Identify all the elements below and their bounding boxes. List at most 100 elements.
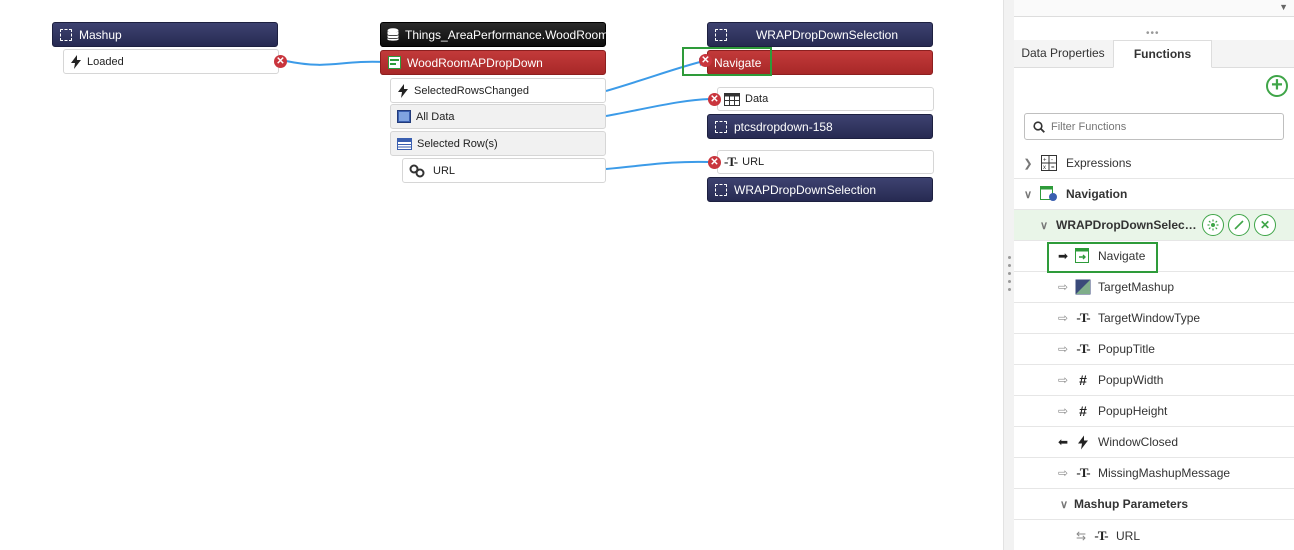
tree-item-url-parameter[interactable]: ⇆ -T- URL xyxy=(1014,520,1294,550)
widget-frame-icon xyxy=(59,28,73,42)
data-input-label: Data xyxy=(745,93,769,105)
edit-icon[interactable] xyxy=(1228,214,1250,236)
all-data-output[interactable]: All Data xyxy=(390,104,606,129)
data-input[interactable]: Data xyxy=(717,87,934,111)
dropdown-widget-node-title: ptcsdropdown-158 xyxy=(734,119,833,134)
link-url-to-url xyxy=(605,160,711,170)
configure-icon[interactable] xyxy=(1202,214,1224,236)
mashup-icon xyxy=(1074,278,1092,296)
number-icon: # xyxy=(1079,403,1087,419)
string-icon: -T- xyxy=(1076,310,1090,325)
all-data-label: All Data xyxy=(416,110,455,123)
infotable-icon xyxy=(397,110,411,123)
navigate-highlight-box xyxy=(682,47,772,76)
input-arrow-icon: ⇨ xyxy=(1057,311,1069,325)
tree-item-label: PopupWidth xyxy=(1098,373,1164,387)
mashup-canvas[interactable]: Mashup Loaded ✕ Things_AreaPerformance.W… xyxy=(0,0,1003,550)
svg-text:x: x xyxy=(1043,165,1046,171)
target-widget-node-header[interactable]: WRAPDropDownSelection xyxy=(707,22,933,47)
widget-frame-icon xyxy=(714,28,728,42)
bottom-widget-node-header[interactable]: WRAPDropDownSelection xyxy=(707,177,933,202)
add-function-icon[interactable]: + xyxy=(1266,75,1288,97)
tree-item-window-closed[interactable]: ⬅ WindowClosed xyxy=(1014,427,1294,458)
tree-item-popup-width[interactable]: ⇨ # PopupWidth xyxy=(1014,365,1294,396)
tab-functions[interactable]: Functions xyxy=(1113,40,1212,68)
chevron-down-icon[interactable]: ∨ xyxy=(1038,219,1050,232)
remove-binding-icon[interactable]: ✕ xyxy=(708,93,721,106)
resize-handle-icon[interactable]: ••• xyxy=(1146,28,1160,39)
data-service-node-title: Things_AreaPerformance.WoodRoom xyxy=(405,27,609,42)
tree-item-label: MissingMashupMessage xyxy=(1098,466,1231,480)
string-icon: -T- xyxy=(1076,465,1090,480)
tree-item-missing-mashup-message[interactable]: ⇨ -T- MissingMashupMessage xyxy=(1014,458,1294,489)
remove-binding-icon[interactable]: ✕ xyxy=(274,55,287,68)
target-widget-node-title: WRAPDropDownSelection xyxy=(755,27,899,42)
chevron-down-icon[interactable]: ∨ xyxy=(1022,188,1034,201)
panel-splitter[interactable] xyxy=(1003,0,1014,550)
tree-item-label: PopupHeight xyxy=(1098,404,1168,418)
mashup-loaded-event[interactable]: Loaded xyxy=(63,49,279,74)
svg-text:=: = xyxy=(1051,165,1055,171)
service-node-header[interactable]: WoodRoomAPDropDown xyxy=(380,50,606,75)
mashup-node-header[interactable]: Mashup xyxy=(52,22,278,47)
service-icon xyxy=(387,56,401,70)
tree-item-label: WRAPDropDownSelec… xyxy=(1056,218,1197,232)
table-icon xyxy=(724,92,740,106)
string-icon: -T- xyxy=(1094,527,1108,543)
tree-item-popup-title[interactable]: ⇨ -T- PopupTitle xyxy=(1014,334,1294,365)
tree-item-wrap-dropdown-selection[interactable]: ∨ WRAPDropDownSelec… ✕ xyxy=(1014,210,1294,241)
splitter-grip xyxy=(1008,280,1011,283)
chevron-down-icon[interactable]: ∨ xyxy=(1058,498,1070,511)
url-output-label: URL xyxy=(433,164,456,177)
widget-frame-icon xyxy=(714,183,728,197)
url-input-label: URL xyxy=(742,156,765,168)
url-input[interactable]: -T- URL xyxy=(717,150,934,174)
output-arrow-icon: ⬅ xyxy=(1057,435,1069,449)
upper-panel-edge: ▼ xyxy=(1014,0,1294,17)
tree-item-label: Mashup Parameters xyxy=(1074,497,1189,511)
tab-data-properties[interactable]: Data Properties xyxy=(1014,40,1112,68)
splitter-grip xyxy=(1008,256,1011,259)
data-service-node-header[interactable]: Things_AreaPerformance.WoodRoom xyxy=(380,22,609,47)
svg-text:-: - xyxy=(1051,158,1053,164)
link-icon xyxy=(409,164,425,178)
loaded-event-label: Loaded xyxy=(87,55,124,68)
selected-rows-icon xyxy=(397,137,412,150)
dropdown-widget-node-header[interactable]: ptcsdropdown-158 xyxy=(707,114,933,139)
event-icon xyxy=(397,83,409,98)
tree-item-popup-height[interactable]: ⇨ # PopupHeight xyxy=(1014,396,1294,427)
string-icon: -T- xyxy=(724,154,738,169)
service-node-title: WoodRoomAPDropDown xyxy=(407,55,543,70)
tree-item-label: TargetMashup xyxy=(1098,280,1175,294)
navigation-icon xyxy=(1040,185,1058,203)
tree-item-label: TargetWindowType xyxy=(1098,311,1201,325)
tree-item-navigation[interactable]: ∨ Navigation xyxy=(1014,179,1294,210)
selected-rows-changed-label: SelectedRowsChanged xyxy=(414,84,529,97)
input-arrow-icon: ⇨ xyxy=(1057,373,1069,387)
event-icon xyxy=(70,54,82,69)
chevron-right-icon[interactable]: ❯ xyxy=(1022,157,1034,170)
selected-rows-label: Selected Row(s) xyxy=(417,137,498,150)
filter-functions-input[interactable] xyxy=(1051,120,1271,133)
widget-frame-icon xyxy=(714,120,728,134)
scroll-down-icon[interactable]: ▼ xyxy=(1279,2,1288,12)
splitter-grip xyxy=(1008,264,1011,267)
link-alldata-to-data xyxy=(605,98,711,117)
input-arrow-icon: ⇨ xyxy=(1057,342,1069,356)
selected-rows-output[interactable]: Selected Row(s) xyxy=(390,131,606,156)
tree-item-label: WindowClosed xyxy=(1098,435,1179,449)
input-arrow-icon: ⇨ xyxy=(1057,466,1069,480)
string-icon: -T- xyxy=(1076,341,1090,356)
number-icon: # xyxy=(1079,372,1087,388)
url-output[interactable]: URL xyxy=(402,158,606,183)
selected-rows-changed-event[interactable]: SelectedRowsChanged xyxy=(390,78,606,103)
tree-item-mashup-parameters[interactable]: ∨ Mashup Parameters xyxy=(1014,489,1294,520)
input-arrow-icon: ⇨ xyxy=(1057,404,1069,418)
tree-item-target-window-type[interactable]: ⇨ -T- TargetWindowType xyxy=(1014,303,1294,334)
search-icon xyxy=(1033,120,1045,133)
remove-binding-icon[interactable]: ✕ xyxy=(708,156,721,169)
tree-item-expressions[interactable]: ❯ + - x = Expressions xyxy=(1014,148,1294,179)
close-icon[interactable]: ✕ xyxy=(1254,214,1276,236)
tree-item-target-mashup[interactable]: ⇨ TargetMashup xyxy=(1014,272,1294,303)
filter-functions-field[interactable] xyxy=(1024,113,1284,140)
